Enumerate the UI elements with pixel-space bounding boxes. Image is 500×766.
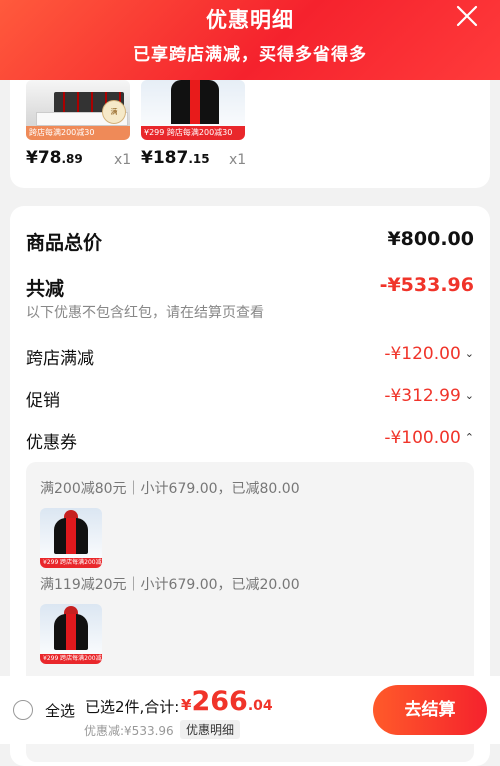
coupon-product-thumbnail[interactable]: ¥299 跨店每满200减30: [40, 508, 102, 568]
product-thumbnail[interactable]: ¥299 跨店每满200减30: [141, 80, 245, 140]
discount-value: -¥120.00 ⌄: [384, 344, 474, 364]
coupon-line: 满119减20元｜小计679.00，已减20.00: [40, 577, 300, 593]
promo-strip: ¥299 跨店每满200减30: [40, 654, 102, 664]
select-all-label[interactable]: 全选: [45, 700, 75, 721]
discount-detail-button[interactable]: 优惠明细: [180, 720, 241, 739]
total-price-value: ¥800.00: [387, 228, 474, 250]
promo-strip: ¥299 跨店每满200减30: [141, 126, 245, 140]
checkout-bar: 全选 已选2件,合计: ¥266.04 优惠减:¥533.96 优惠明细 去结算: [0, 676, 500, 744]
discount-label: 跨店满减: [26, 349, 94, 369]
total-reduction-value: -¥533.96: [379, 274, 474, 296]
checkout-button[interactable]: 去结算: [373, 685, 487, 735]
coupon-product-thumbnail[interactable]: ¥299 跨店每满200减30: [40, 604, 102, 664]
total-reduction-label: 共减: [26, 278, 65, 300]
product-qty: x1: [229, 152, 247, 168]
product-qty: x1: [114, 152, 132, 168]
discount-note: 以下优惠不包含红包，请在结算页查看: [26, 305, 264, 321]
selected-count: 已选2件,合计:: [85, 698, 180, 716]
total-amount: ¥266.04: [181, 686, 273, 717]
header-subtitle: 已享跨店满减，买得多省得多: [133, 45, 367, 65]
discount-detail-header: 优惠明细 已享跨店满减，买得多省得多: [0, 0, 500, 80]
product-image: [171, 80, 219, 124]
discount-value: -¥312.99 ⌄: [384, 386, 474, 406]
discount-label: 促销: [26, 391, 60, 411]
promo-strip: ¥299 跨店每满200减30: [40, 558, 102, 568]
chevron-down-icon[interactable]: ⌄: [465, 389, 474, 402]
product-price: ¥187.15: [141, 148, 210, 168]
page-title: 优惠明细: [206, 8, 294, 32]
promo-strip: 跨店每满200减30: [26, 126, 130, 140]
close-icon[interactable]: [456, 5, 478, 27]
product-image: [54, 518, 88, 554]
discount-value: -¥100.00 ⌃: [384, 428, 474, 448]
coupon-line: 满200减80元｜小计679.00，已减80.00: [40, 481, 300, 497]
product-price: ¥78.89: [26, 148, 83, 168]
product-thumbnail[interactable]: 满 跨店每满200减30: [26, 80, 130, 140]
chevron-down-icon[interactable]: ⌄: [465, 347, 474, 360]
discount-label: 优惠券: [26, 433, 77, 453]
product-image: [54, 614, 88, 650]
saved-amount: 优惠减:¥533.96: [84, 724, 174, 738]
select-all-radio[interactable]: [13, 700, 33, 720]
promo-sticker: 满: [102, 100, 126, 124]
chevron-up-icon[interactable]: ⌃: [465, 431, 474, 444]
total-price-label: 商品总价: [26, 232, 103, 254]
